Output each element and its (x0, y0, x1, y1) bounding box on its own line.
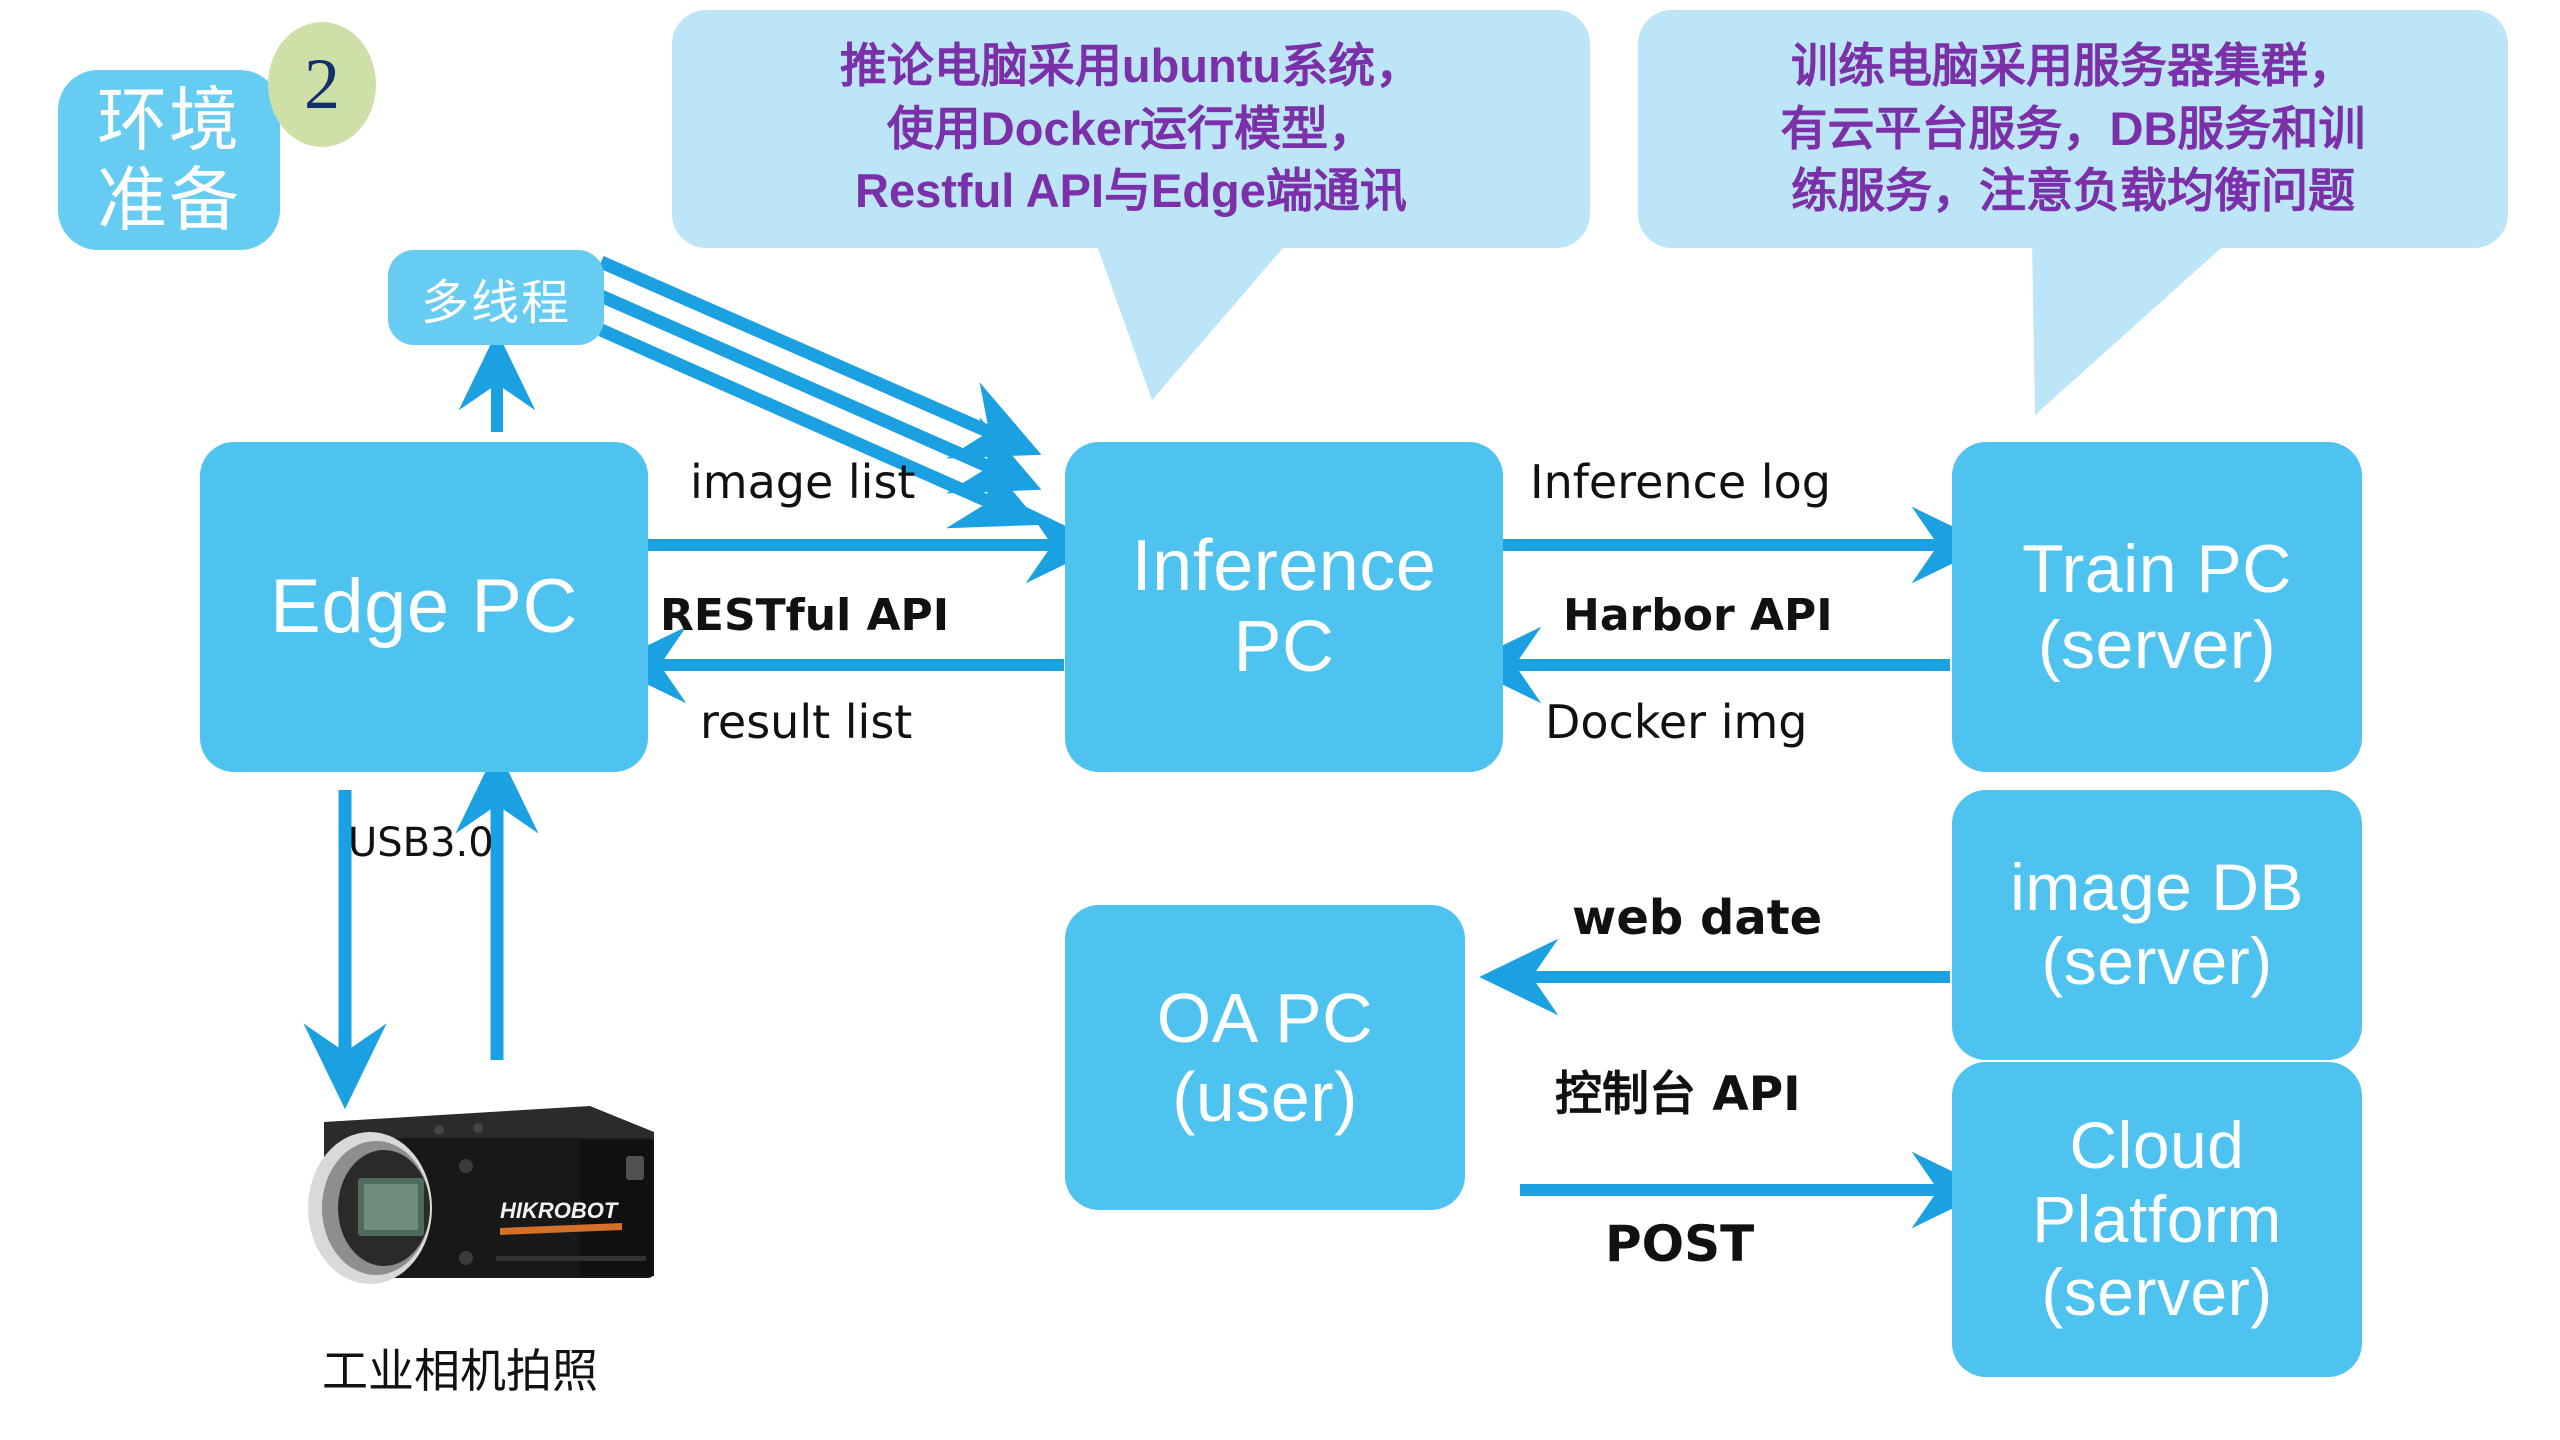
node-multithread[interactable]: 多线程 (388, 250, 604, 345)
node-train-pc-label: Train PC (server) (2022, 530, 2292, 683)
edge-label-post: POST (1605, 1215, 1754, 1273)
arrow-thread-diag-2 (598, 290, 1042, 494)
step-number-badge: 2 (268, 22, 376, 147)
camera-icon: HIKROBOT (308, 1106, 654, 1284)
camera-brand-text: HIKROBOT (500, 1198, 619, 1223)
callout-inference-tail (1095, 240, 1290, 400)
node-inference-pc[interactable]: Inference PC (1065, 442, 1503, 772)
edge-label-docker-img-text: Docker img (1545, 695, 1808, 749)
node-oa-pc-label: OA PC (user) (1156, 979, 1374, 1136)
edge-label-inference-log-text: Inference log (1530, 455, 1831, 509)
section-chip-environment-prep: 环境 准备 (58, 70, 280, 250)
camera-caption: 工业相机拍照 (270, 1335, 650, 1401)
callout-train-note-text: 训练电脑采用服务器集群， 有云平台服务，DB服务和训 练服务，注意负载均衡问题 (1780, 39, 2366, 218)
node-image-db[interactable]: image DB (server) (1952, 790, 2362, 1060)
edge-label-image-list: image list (690, 455, 915, 509)
section-chip-label: 环境 准备 (97, 80, 241, 240)
node-cloud-platform-label: Cloud Platform (server) (2032, 1107, 2282, 1330)
node-edge-pc-label: Edge PC (270, 564, 578, 650)
edge-label-result-list: result list (700, 695, 912, 749)
node-image-db-label: image DB (server) (2010, 850, 2304, 998)
callout-train-note: 训练电脑采用服务器集群， 有云平台服务，DB服务和训 练服务，注意负载均衡问题 (1638, 10, 2508, 248)
callout-train-tail (2032, 240, 2230, 415)
node-inference-pc-label: Inference PC (1131, 526, 1437, 687)
edge-label-usb-text: USB3.0 (348, 820, 494, 866)
edge-label-inference-log: Inference log (1530, 455, 1831, 509)
edge-label-post-text: POST (1605, 1215, 1755, 1273)
diagram-canvas: 环境 准备 2 多线程 推论电脑采用ubuntu系统， 使用Docker运行模型… (0, 0, 2560, 1440)
edge-label-restful-api: RESTful API (660, 590, 949, 641)
edge-label-image-list-text: image list (690, 455, 916, 509)
node-cloud-platform[interactable]: Cloud Platform (server) (1952, 1062, 2362, 1377)
node-multithread-label: 多线程 (420, 276, 571, 330)
callout-inference-note: 推论电脑采用ubuntu系统， 使用Docker运行模型， Restful AP… (672, 10, 1590, 248)
edge-label-console-api-text: 控制台 API (1555, 1067, 1801, 1122)
edge-label-harbor-api-text: Harbor API (1563, 590, 1833, 641)
edge-label-web-date: web date (1572, 890, 1822, 946)
edge-label-web-date-text: web date (1572, 890, 1823, 946)
camera-caption-text: 工业相机拍照 (322, 1345, 598, 1397)
callout-inference-note-text: 推论电脑采用ubuntu系统， 使用Docker运行模型， Restful AP… (839, 39, 1423, 218)
edge-label-restful-api-text: RESTful API (660, 590, 950, 641)
node-oa-pc[interactable]: OA PC (user) (1065, 905, 1465, 1210)
node-train-pc[interactable]: Train PC (server) (1952, 442, 2362, 772)
edge-label-result-list-text: result list (700, 695, 913, 749)
edge-label-harbor-api: Harbor API (1563, 590, 1833, 641)
edge-label-docker-img: Docker img (1545, 695, 1807, 749)
step-number-label: 2 (304, 44, 340, 124)
arrow-thread-diag-1 (598, 256, 1042, 459)
industrial-camera-image: HIKROBOT (250, 1060, 670, 1310)
edge-label-usb: USB3.0 (348, 820, 494, 866)
node-edge-pc[interactable]: Edge PC (200, 442, 648, 772)
edge-label-console-api: 控制台 API (1555, 1055, 1801, 1124)
